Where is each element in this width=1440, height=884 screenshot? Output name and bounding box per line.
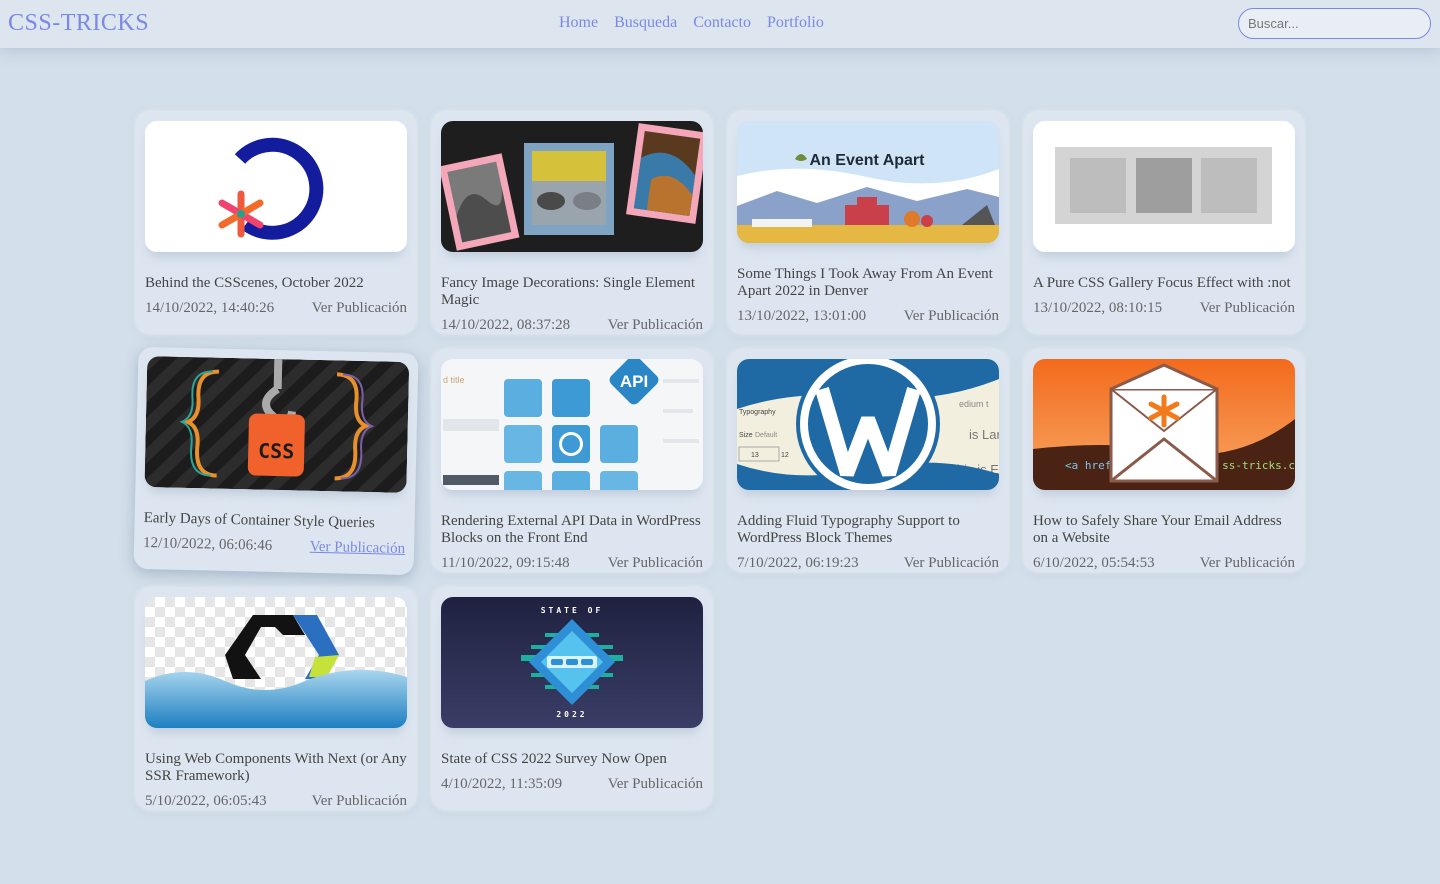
post-thumbnail: An Event Apart [737,121,999,243]
post-date: 11/10/2022, 09:15:48 [441,555,570,571]
svg-text:Size: Size [739,432,753,439]
post-thumbnail: d title API [441,359,703,490]
nav-link-portfolio[interactable]: Portfolio [767,14,824,32]
view-post-link[interactable]: Ver Publicación [904,555,999,572]
post-thumbnail [441,121,703,252]
post-date: 13/10/2022, 13:01:00 [737,308,867,324]
svg-text:12: 12 [781,452,789,459]
post-thumbnail [145,121,407,252]
post-card[interactable]: Typography Size Default 13 12 edium t is… [728,350,1008,572]
post-card[interactable]: d title API Rendering External API Data … [432,350,712,572]
search-input[interactable] [1238,8,1431,39]
post-card[interactable]: <a href ss-tricks.c How to Safely Share … [1024,350,1304,572]
post-card[interactable]: A Pure CSS Gallery Focus Effect with :no… [1024,112,1304,334]
post-date: 6/10/2022, 05:54:53 [1033,555,1155,571]
post-thumbnail: <a href ss-tricks.c [1033,359,1295,490]
post-thumbnail: STATE OF 2022 [441,597,703,728]
post-date: 13/10/2022, 08:10:15 [1033,300,1163,316]
view-post-link[interactable]: Ver Publicación [608,317,703,334]
post-thumbnail [1033,121,1295,252]
view-post-link[interactable]: Ver Publicación [608,555,703,572]
nav-link-home[interactable]: Home [559,14,598,32]
svg-text:13: 13 [751,452,759,459]
post-card[interactable]: An Event Apart Some Things I Took Away F… [728,112,1008,334]
svg-text:Typography: Typography [739,409,776,416]
post-card[interactable]: Using Web Components With Next (or Any S… [136,588,416,810]
css-badge-text: CSS [258,439,295,464]
view-post-link[interactable]: Ver Publicación [312,793,407,810]
post-title: Early Days of Container Style Queries [143,510,375,532]
view-post-link[interactable]: Ver Publicación [608,776,703,793]
post-title: A Pure CSS Gallery Focus Effect with :no… [1033,275,1291,291]
post-title: Rendering External API Data in WordPress… [441,513,701,546]
view-post-link[interactable]: Ver Publicación [1200,300,1295,317]
view-post-link[interactable]: Ver Publicación [904,308,999,325]
view-post-link[interactable]: Ver Publicación [312,300,407,317]
site-logo[interactable]: CSS-TRICKS [8,10,149,37]
post-thumbnail: Typography Size Default 13 12 edium t is… [737,359,999,490]
code-left: <a href [1065,459,1111,472]
post-date: 4/10/2022, 11:35:09 [441,776,563,792]
post-date: 14/10/2022, 14:40:26 [145,300,275,316]
post-title: State of CSS 2022 Survey Now Open [441,751,667,767]
code-right: ss-tricks.c [1222,459,1295,472]
main-nav: Home Busqueda Contacto Portfolio [559,14,824,32]
top-text: STATE OF [541,606,604,615]
view-post-link[interactable]: Ver Publicación [309,539,405,558]
post-card[interactable]: Fancy Image Decorations: Single Element … [432,112,712,334]
post-title: Fancy Image Decorations: Single Element … [441,275,696,308]
api-badge-text: API [620,372,648,391]
post-title: How to Safely Share Your Email Address o… [1033,513,1282,546]
post-date: 5/10/2022, 06:05:43 [145,793,267,809]
post-date: 7/10/2022, 06:19:23 [737,555,859,571]
post-title: Adding Fluid Typography Support to WordP… [737,513,960,546]
post-title: Behind the CSScenes, October 2022 [145,275,364,291]
posts-grid: Behind the CSScenes, October 2022 14/10/… [133,112,1304,810]
post-card[interactable]: STATE OF 2022 State of CSS 2022 Survey N… [432,588,712,810]
bottom-text: 2022 [556,710,587,719]
svg-text:is Larg: is Larg [969,427,999,442]
banner-text: An Event Apart [810,152,926,169]
background-text: d title [443,375,465,385]
view-post-link[interactable]: Ver Publicación [1200,555,1295,572]
post-title: Some Things I Took Away From An Event Ap… [737,266,993,299]
post-card[interactable]: CSS Early Days of Container Style Querie… [133,346,419,576]
post-date: 14/10/2022, 08:37:28 [441,317,571,333]
svg-text:Default: Default [755,432,777,439]
post-thumbnail: CSS [144,356,410,493]
svg-text:edium t: edium t [959,399,989,409]
top-navbar: CSS-TRICKS Home Busqueda Contacto Portfo… [0,0,1440,48]
post-date: 12/10/2022, 06:06:46 [142,535,273,554]
post-title: Using Web Components With Next (or Any S… [145,751,407,784]
nav-link-contacto[interactable]: Contacto [693,14,751,32]
post-card[interactable]: Behind the CSScenes, October 2022 14/10/… [136,112,416,334]
post-thumbnail [145,597,407,728]
nav-link-busqueda[interactable]: Busqueda [614,14,677,32]
